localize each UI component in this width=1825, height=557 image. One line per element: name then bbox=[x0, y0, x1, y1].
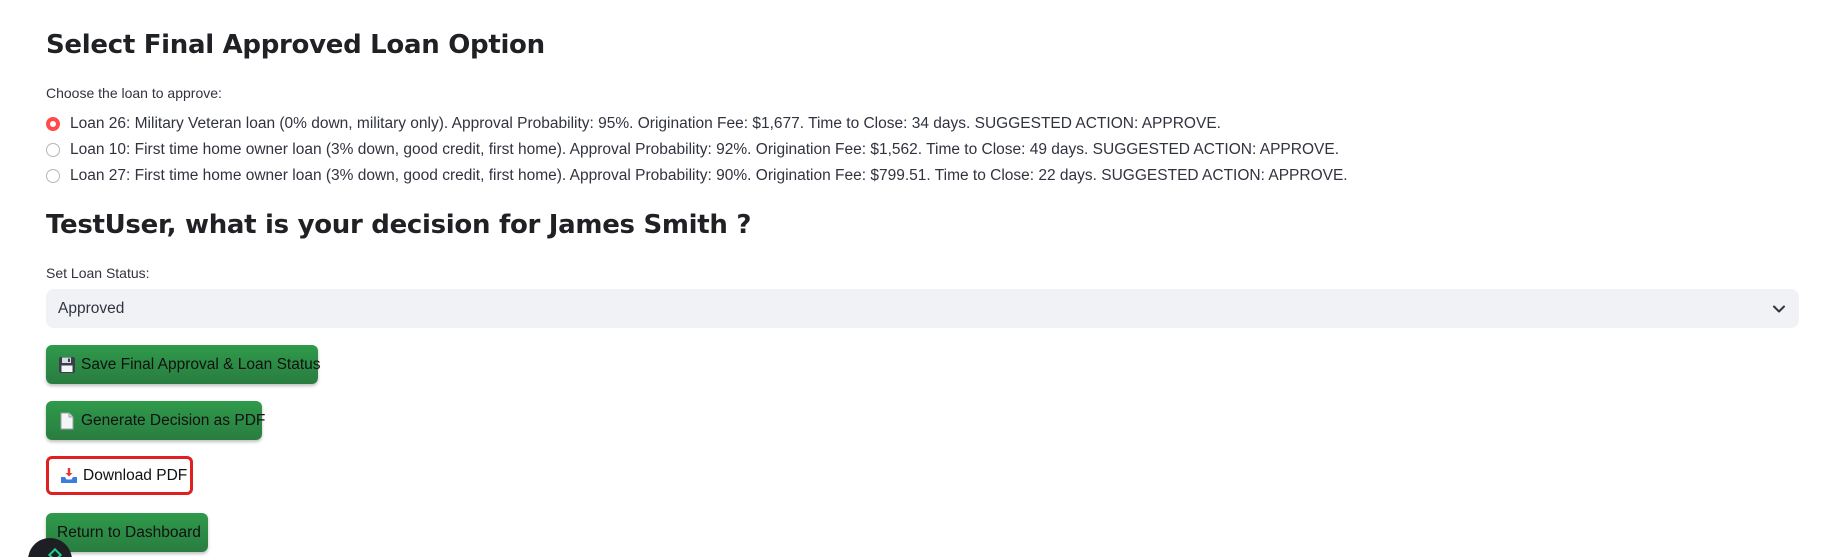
loan-status-select[interactable]: Approved bbox=[46, 289, 1799, 328]
page: Select Final Approved Loan Option Choose… bbox=[0, 0, 1825, 557]
return-button-label: Return to Dashboard bbox=[57, 523, 201, 541]
loan-option-label: Loan 26: Military Veteran loan (0% down,… bbox=[70, 115, 1221, 132]
loan-option-label: Loan 27: First time home owner loan (3% … bbox=[70, 167, 1348, 184]
loan-option-title: Select Final Approved Loan Option bbox=[46, 30, 545, 60]
loan-radio-group: Loan 26: Military Veteran loan (0% down,… bbox=[46, 111, 1348, 189]
return-to-dashboard-button[interactable]: Return to Dashboard bbox=[46, 513, 208, 552]
loan-status-label: Set Loan Status: bbox=[46, 265, 150, 281]
decision-title: TestUser, what is your decision for Jame… bbox=[46, 210, 752, 240]
chevron-down-icon bbox=[1771, 301, 1787, 317]
diamond-icon bbox=[47, 547, 63, 557]
loan-status-value: Approved bbox=[58, 299, 125, 317]
radio-unselected-icon[interactable] bbox=[46, 143, 60, 157]
inbox-tray-icon bbox=[59, 466, 79, 486]
generate-button-label: Generate Decision as PDF bbox=[81, 411, 266, 429]
download-pdf-button[interactable]: Download PDF bbox=[46, 456, 193, 495]
loan-option-10[interactable]: Loan 10: First time home owner loan (3% … bbox=[46, 137, 1348, 163]
generate-pdf-button[interactable]: Generate Decision as PDF bbox=[46, 401, 266, 440]
loan-radio-label: Choose the loan to approve: bbox=[46, 85, 222, 101]
loan-option-26[interactable]: Loan 26: Military Veteran loan (0% down,… bbox=[46, 111, 1348, 137]
document-icon bbox=[57, 411, 77, 431]
loan-option-label: Loan 10: First time home owner loan (3% … bbox=[70, 141, 1339, 158]
floppy-disk-icon bbox=[57, 355, 77, 375]
save-button-label: Save Final Approval & Loan Status bbox=[81, 355, 321, 373]
save-final-approval-button[interactable]: Save Final Approval & Loan Status bbox=[46, 345, 321, 384]
download-button-label: Download PDF bbox=[83, 466, 188, 484]
radio-selected-icon[interactable] bbox=[46, 117, 60, 131]
radio-unselected-icon[interactable] bbox=[46, 169, 60, 183]
loan-option-27[interactable]: Loan 27: First time home owner loan (3% … bbox=[46, 163, 1348, 189]
